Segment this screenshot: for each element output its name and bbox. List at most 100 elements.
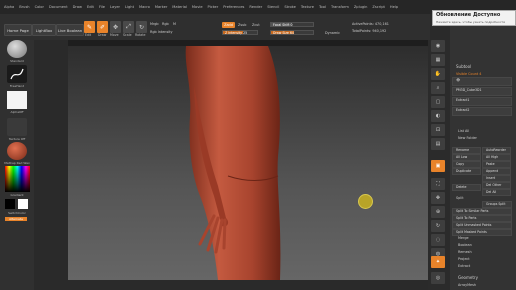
split-similar-button[interactable]: Split To Similar Parts	[452, 208, 512, 215]
move-button[interactable]: ✥	[110, 21, 121, 33]
zadd-button[interactable]: Zadd	[222, 22, 235, 28]
scroll-icon[interactable]: ✋	[431, 68, 445, 80]
edit-button[interactable]: ✎	[84, 21, 95, 33]
menu-item[interactable]: Stencil	[267, 5, 279, 9]
menu-item[interactable]: Transform	[331, 5, 349, 9]
zsub-button[interactable]: Zsub	[238, 23, 246, 27]
rotate-view-icon[interactable]: ↻	[431, 220, 445, 232]
menu-item[interactable]: Render	[249, 5, 262, 9]
menu-item[interactable]: Alpha	[4, 5, 14, 9]
frame-icon[interactable]: ⛶	[431, 178, 445, 190]
move-view-icon[interactable]: ✥	[431, 192, 445, 204]
menu-item[interactable]: Color	[35, 5, 44, 9]
alternate-button[interactable]: Alternate	[5, 217, 27, 221]
scale-button[interactable]: ⤢	[123, 21, 134, 33]
home-page-button[interactable]: Home Page	[4, 24, 32, 36]
zoom3d-icon[interactable]: ⊕	[431, 206, 445, 218]
mrgb-toggle[interactable]: Mrgb	[150, 22, 159, 26]
actual-icon[interactable]: ▢	[431, 96, 445, 108]
live-boolean-button[interactable]: Live Boolean	[56, 24, 84, 36]
draw-button[interactable]: ✐	[97, 21, 108, 33]
auto-reorder-button[interactable]: AutoReorder	[482, 147, 511, 154]
list-all-button[interactable]: List All	[458, 129, 469, 133]
freehand-stroke-icon[interactable]	[7, 65, 27, 83]
split-masked-button[interactable]: Split Masked Points	[452, 229, 512, 236]
merge-section[interactable]: Merge	[458, 236, 469, 240]
menu-item[interactable]: Stroke	[284, 5, 295, 9]
secondary-color-swatch[interactable]	[18, 199, 28, 209]
matcap-red-wax-icon[interactable]	[7, 142, 27, 160]
boolean-section[interactable]: Boolean	[458, 243, 472, 247]
del-all-button[interactable]: Del All	[482, 189, 511, 196]
subtool-item[interactable]: Extract1	[452, 97, 512, 106]
new-folder-button[interactable]: New Folder	[458, 136, 477, 140]
zoom-icon[interactable]: ⌕	[431, 82, 445, 94]
aahalf-icon[interactable]: ◐	[431, 110, 445, 122]
arraymesh-section[interactable]: ArrayMesh	[458, 283, 476, 287]
project-section[interactable]: Project	[458, 257, 470, 261]
menu-item[interactable]: Marker	[155, 5, 167, 9]
subtool-title[interactable]: Subtool	[456, 64, 471, 69]
split-unmasked-button[interactable]: Split Unmasked Points	[452, 222, 512, 229]
insert-button[interactable]: Insert	[482, 175, 511, 182]
groups-split-button[interactable]: Groups Split	[482, 201, 512, 208]
delete-button[interactable]: Delete	[452, 184, 481, 191]
dynamic-view-icon[interactable]: ◎	[431, 272, 445, 284]
color-picker[interactable]	[5, 166, 30, 192]
draw-size-slider[interactable]: Draw Size 64	[270, 30, 314, 35]
spix-icon[interactable]: ▦	[431, 54, 445, 66]
menu-item[interactable]: Tool	[319, 5, 326, 9]
menu-item[interactable]: Document	[49, 5, 68, 9]
menu-item[interactable]: Zscript	[372, 5, 384, 9]
all-low-button[interactable]: All Low	[452, 154, 481, 161]
menu-item[interactable]: Picker	[208, 5, 219, 9]
standard-brush-icon[interactable]	[7, 40, 27, 58]
polyf-icon[interactable]: ▣	[431, 160, 445, 172]
dynamic-toggle[interactable]: Dynamic	[325, 31, 340, 35]
subtool-item[interactable]: 👁	[452, 77, 512, 86]
transp-icon[interactable]: ◌	[431, 234, 445, 246]
del-other-button[interactable]: Del Other	[482, 182, 511, 189]
alpha-off-icon[interactable]	[7, 91, 27, 109]
main-color-swatch[interactable]	[5, 199, 15, 209]
menu-item[interactable]: Edit	[87, 5, 94, 9]
menu-item[interactable]: Texture	[301, 5, 314, 9]
subtool-item[interactable]: PM3D_Cube3D1	[452, 87, 512, 96]
rgb-toggle[interactable]: Rgb	[162, 22, 169, 26]
paste-button[interactable]: Paste	[482, 161, 511, 168]
subtool-item[interactable]: Extract2	[452, 107, 512, 116]
switch-color-label[interactable]: SwitchColor	[3, 211, 31, 215]
split-parts-button[interactable]: Split To Parts	[452, 215, 512, 222]
menu-item[interactable]: Draw	[73, 5, 82, 9]
viewport-canvas[interactable]	[68, 46, 428, 280]
menu-item[interactable]: File	[99, 5, 105, 9]
menu-item[interactable]: Brush	[19, 5, 29, 9]
lightbox-button[interactable]: LightBox	[32, 24, 56, 36]
menu-item[interactable]: Material	[172, 5, 187, 9]
persp-icon[interactable]: ⊡	[431, 124, 445, 136]
menu-item[interactable]: Help	[390, 5, 398, 9]
menu-item[interactable]: Layer	[110, 5, 120, 9]
geometry-section[interactable]: Geometry	[458, 275, 478, 280]
extract-section[interactable]: Extract	[458, 264, 470, 268]
update-notification[interactable]: Обновление Доступно Нажмите здесь, чтобы…	[432, 10, 516, 26]
rename-button[interactable]: Rename	[452, 147, 481, 154]
m-toggle[interactable]: M	[173, 22, 176, 26]
remesh-section[interactable]: Remesh	[458, 250, 472, 254]
zcut-button[interactable]: Zcut	[252, 23, 260, 27]
floor-icon[interactable]: ▤	[431, 138, 445, 150]
gizmo-pivot-icon[interactable]	[358, 194, 373, 209]
focal-shift-slider[interactable]: Focal Shift 0	[270, 22, 314, 27]
menu-item[interactable]: Zplugin	[354, 5, 368, 9]
menu-item[interactable]: Movie	[192, 5, 203, 9]
xpose-icon[interactable]: ✦	[431, 256, 445, 268]
z-intensity-slider[interactable]: Z Intensity 25	[222, 30, 258, 35]
append-button[interactable]: Append	[482, 168, 511, 175]
bpr-icon[interactable]: ◉	[431, 40, 445, 52]
texture-off-icon[interactable]	[7, 118, 27, 136]
menu-item[interactable]: Light	[125, 5, 134, 9]
menu-item[interactable]: Macro	[139, 5, 150, 9]
copy-button[interactable]: Copy	[452, 161, 481, 168]
rotate-button[interactable]: ↻	[136, 21, 147, 33]
all-high-button[interactable]: All High	[482, 154, 511, 161]
